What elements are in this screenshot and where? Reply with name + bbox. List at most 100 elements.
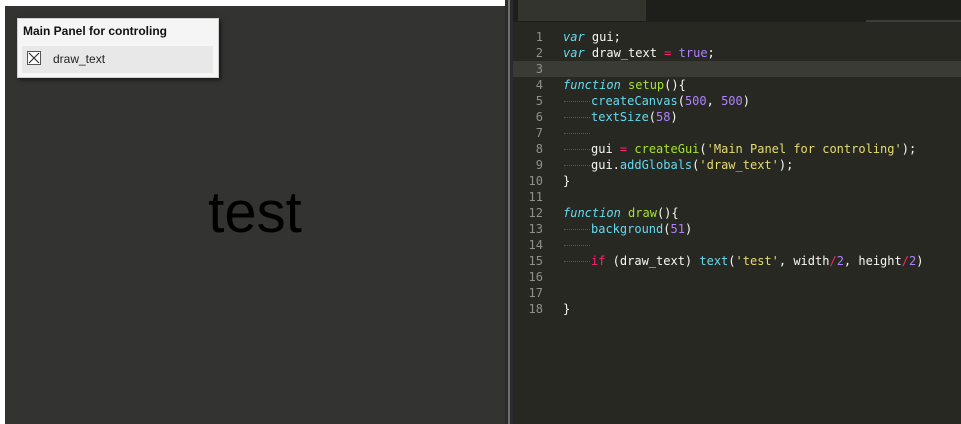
code-line[interactable]: 12 function draw(){ — [513, 205, 961, 221]
code-token: draw_text — [584, 46, 665, 60]
code-token: function — [563, 78, 621, 92]
indent-guide — [563, 141, 591, 157]
code-token: } — [563, 174, 571, 188]
code-token: 500 — [721, 94, 743, 108]
code-token: , — [706, 94, 722, 108]
sketch-canvas[interactable]: Main Panel for controling draw_text test — [5, 6, 505, 424]
code-text: } — [563, 173, 570, 189]
code-line[interactable]: 15 if (draw_text) text('test', width/2, h… — [513, 253, 961, 269]
code-token: createCanvas — [591, 94, 678, 108]
code-token: addGlobals — [619, 158, 693, 172]
draw-text-checkbox[interactable] — [27, 51, 41, 65]
code-line[interactable]: 18} — [513, 301, 961, 317]
code-token: ( — [728, 254, 736, 268]
code-token: (draw_text) — [605, 254, 700, 268]
indent-guide — [563, 125, 591, 141]
draw-text-checkbox-label: draw_text — [53, 52, 106, 66]
code-token: true — [678, 46, 708, 60]
check-x-icon — [28, 52, 40, 64]
code-token: ) — [916, 254, 924, 268]
code-token: ); — [901, 142, 917, 156]
code-token: function — [563, 206, 621, 220]
indent-guide — [563, 237, 591, 253]
code-token: 51 — [670, 222, 685, 236]
code-text: createCanvas(500, 500) — [563, 93, 750, 109]
code-text: background(51) — [563, 221, 692, 237]
code-line[interactable]: 8 gui = createGui('Main Panel for control… — [513, 141, 961, 157]
code-text: textSize(58) — [563, 109, 678, 125]
code-token: gui — [591, 142, 620, 156]
code-token: ( — [699, 142, 707, 156]
code-text: var draw_text = true; — [563, 45, 715, 61]
indent-guide — [563, 109, 591, 125]
code-token: background — [591, 222, 664, 236]
code-token: var — [563, 30, 585, 44]
code-token: (){ — [656, 206, 679, 220]
code-text: } — [563, 301, 570, 317]
line-number: 1 — [535, 30, 543, 44]
indent-guide — [563, 157, 591, 173]
line-number: 14 — [528, 238, 543, 252]
code-line[interactable]: 17 — [513, 285, 961, 301]
code-token: 'draw_text' — [699, 158, 779, 172]
code-token: 58 — [656, 110, 671, 124]
code-token: ); — [778, 158, 794, 172]
code-line[interactable]: 1 var gui; — [513, 29, 961, 45]
code-text: function setup(){ — [563, 77, 686, 93]
code-line[interactable]: 10} — [513, 173, 961, 189]
code-line[interactable]: 6 textSize(58) — [513, 109, 961, 125]
gui-checkbox-row[interactable]: draw_text — [22, 46, 213, 73]
line-number: 16 — [528, 270, 543, 284]
code-token: ) — [684, 222, 693, 236]
line-number: 11 — [528, 190, 543, 204]
code-line[interactable]: 4 function setup(){ — [513, 77, 961, 93]
code-text: if (draw_text) text('test', width/2, hei… — [563, 253, 923, 269]
gui-panel: Main Panel for controling draw_text — [17, 18, 219, 78]
code-area[interactable]: 1 var gui; 2 var draw_text = true; 3 4 functio… — [513, 29, 961, 317]
line-number: 6 — [535, 110, 543, 124]
line-number: 15 — [528, 254, 543, 268]
code-line[interactable]: 14 — [513, 237, 961, 253]
code-line[interactable]: 2 var draw_text = true; — [513, 45, 961, 61]
code-token: } — [563, 302, 571, 316]
code-token: , width — [778, 254, 830, 268]
code-text: var gui; — [563, 29, 621, 45]
code-token: textSize — [591, 110, 649, 124]
editor-tab-bar — [513, 0, 961, 22]
line-number: 5 — [535, 94, 543, 108]
code-token: 500 — [684, 94, 707, 108]
code-token: 'test' — [735, 254, 779, 268]
code-text: function draw(){ — [563, 205, 679, 221]
line-number: 17 — [528, 286, 543, 300]
code-token: 'Main Panel for controling' — [706, 142, 902, 156]
line-number: 4 — [535, 78, 543, 92]
indent-guide — [563, 221, 591, 237]
code-text: gui.addGlobals('draw_text'); — [563, 157, 793, 173]
code-line[interactable]: 7 — [513, 125, 961, 141]
code-token: draw — [628, 206, 657, 220]
code-token: gui; — [584, 30, 621, 44]
code-token: ; — [707, 46, 715, 60]
code-line[interactable]: 5 createCanvas(500, 500) — [513, 93, 961, 109]
line-number: 3 — [535, 62, 543, 76]
code-text: gui = createGui('Main Panel for controli… — [563, 141, 916, 157]
code-line[interactable]: 11 — [513, 189, 961, 205]
code-line[interactable]: 16 — [513, 269, 961, 285]
code-line[interactable]: 9 gui.addGlobals('draw_text'); — [513, 157, 961, 173]
code-token: / — [829, 254, 837, 268]
code-text — [563, 125, 591, 141]
code-token: ( — [648, 110, 657, 124]
editor-tab[interactable] — [518, 0, 646, 21]
code-editor[interactable]: 1 var gui; 2 var draw_text = true; 3 4 functio… — [513, 0, 961, 424]
code-token: var — [563, 46, 585, 60]
line-number: 8 — [535, 142, 543, 156]
line-number: 7 — [535, 126, 543, 140]
code-line[interactable]: 3 — [513, 61, 961, 77]
line-number: 2 — [535, 46, 543, 60]
gui-panel-title: Main Panel for controling — [23, 24, 168, 38]
code-line[interactable]: 13 background(51) — [513, 221, 961, 237]
split-divider-line — [508, 0, 510, 424]
